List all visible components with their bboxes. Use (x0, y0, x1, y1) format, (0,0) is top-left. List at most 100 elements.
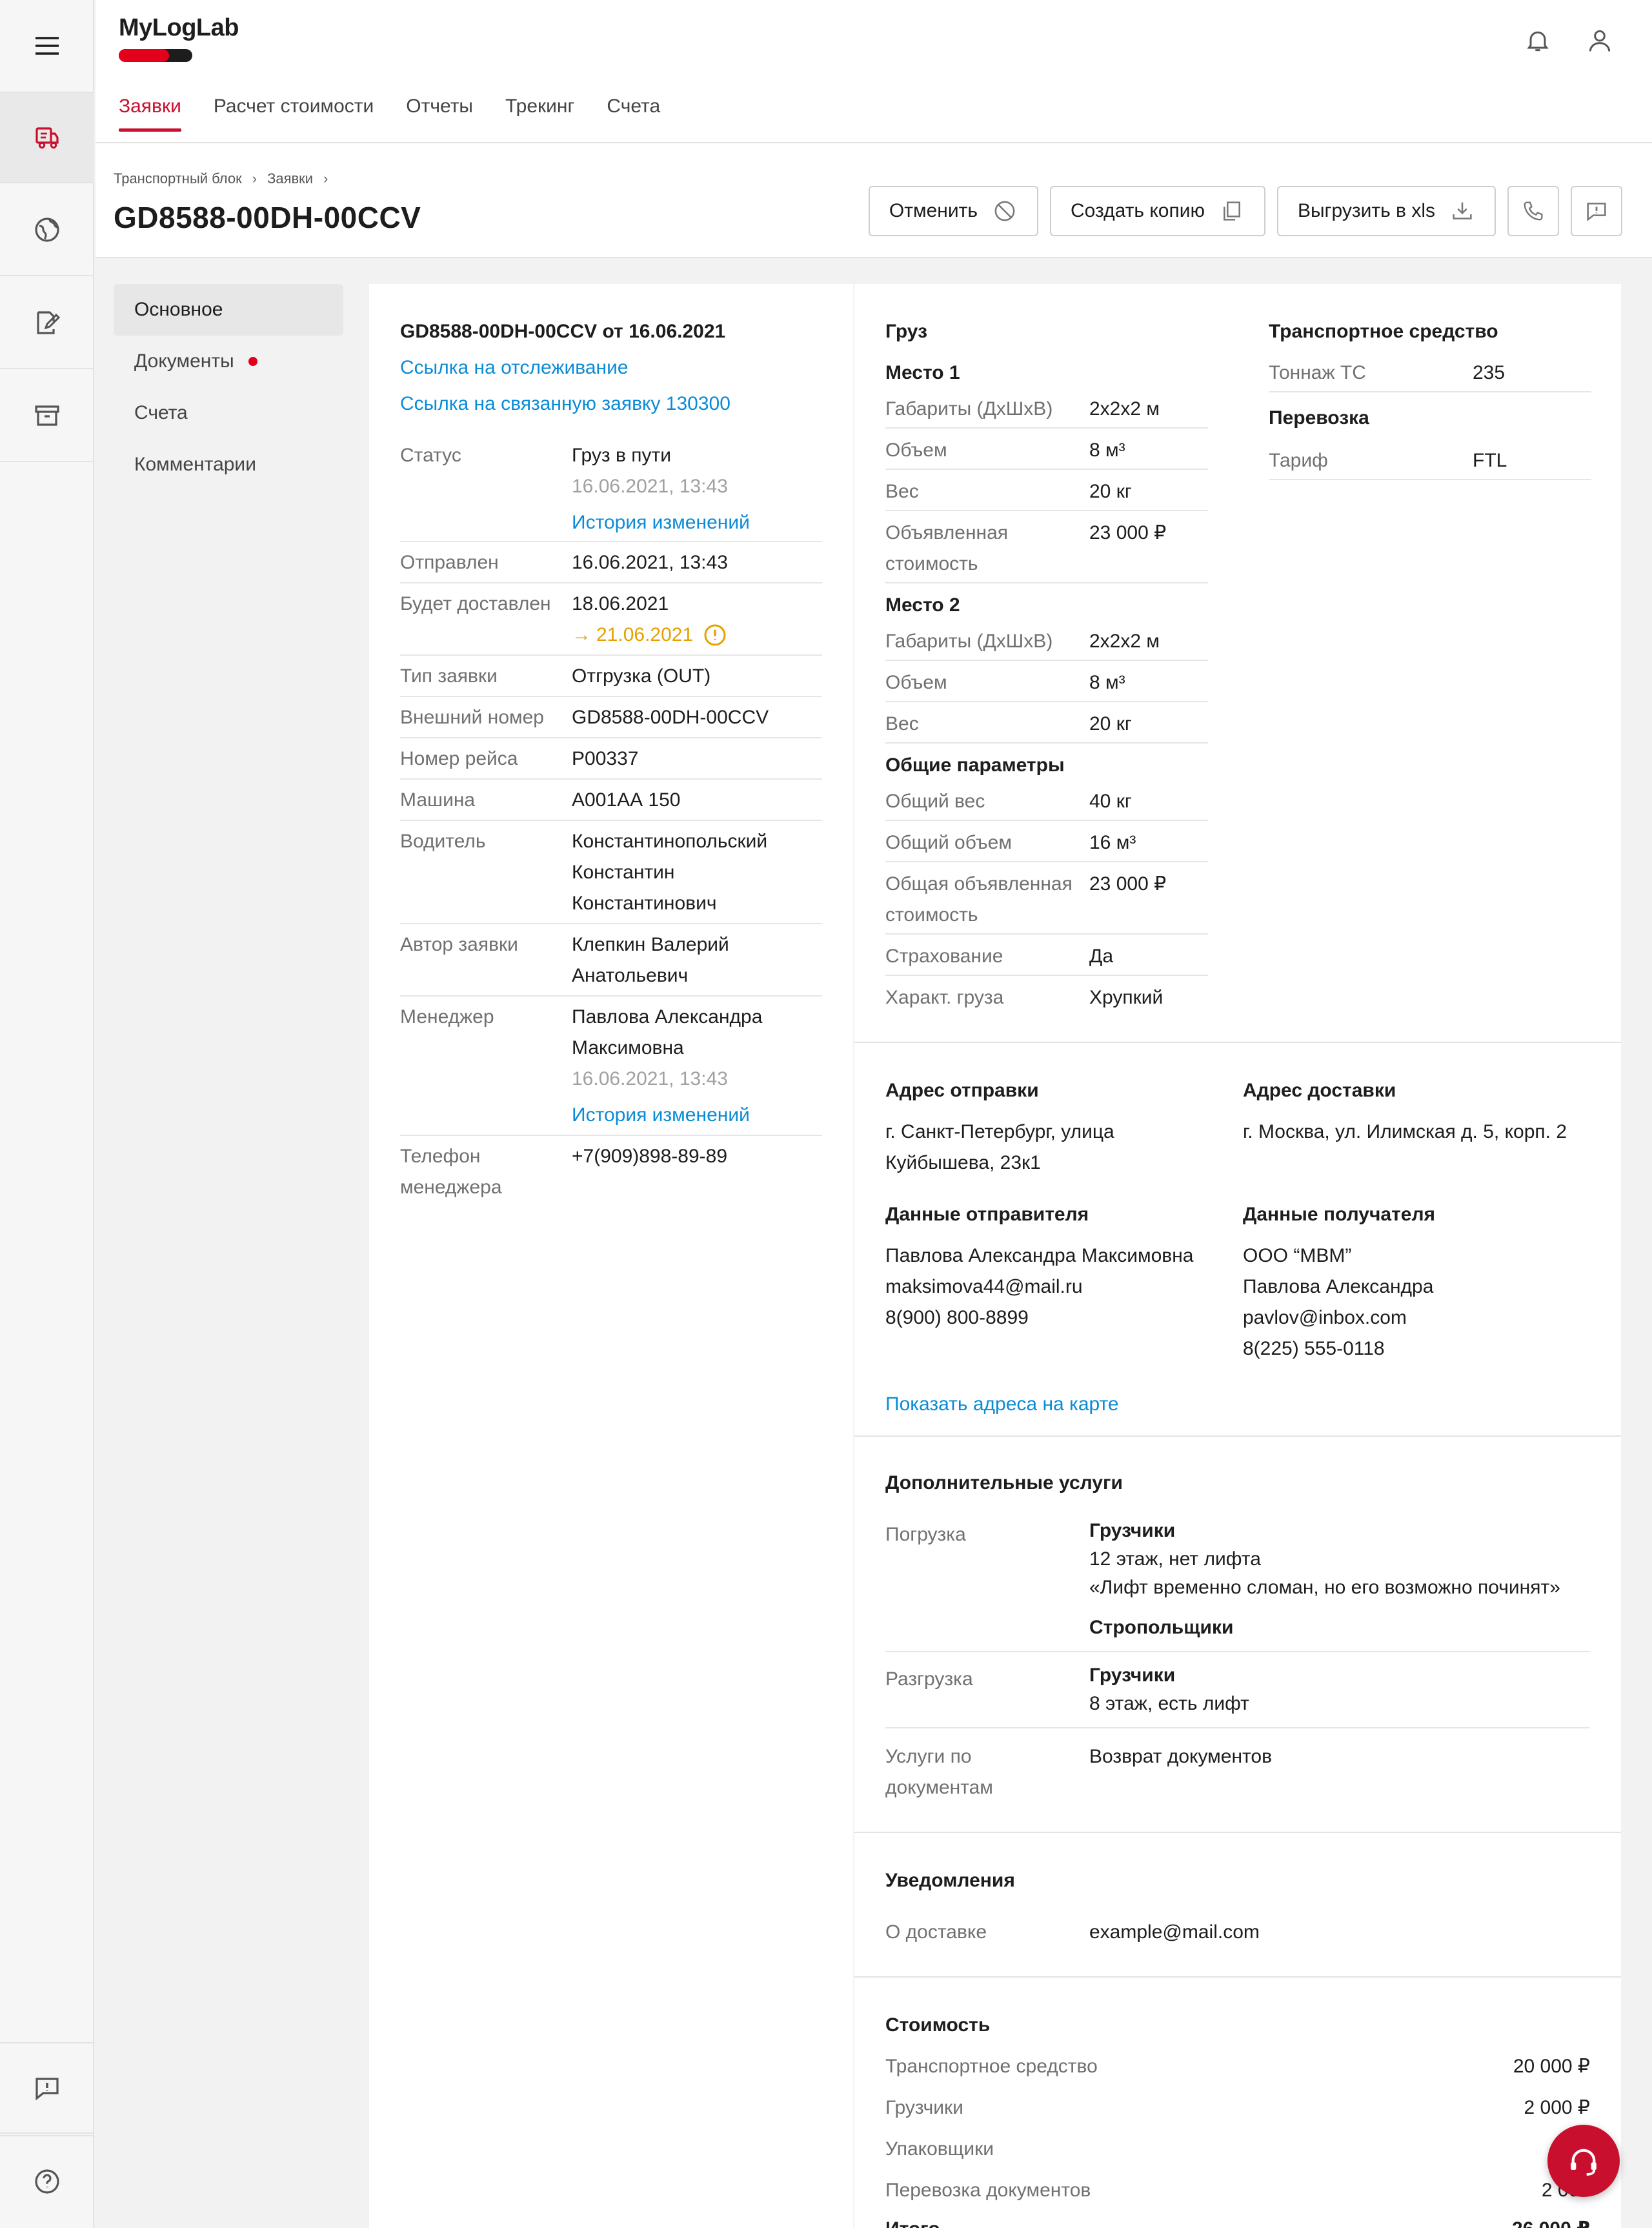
place1-declared-label-line2: стоимость (885, 553, 978, 574)
tariff-value: FTL (1473, 450, 1507, 471)
create-copy-button[interactable]: Создать копию (1049, 186, 1265, 236)
truck-orders-icon (35, 127, 59, 149)
cost-row-value: 2 000 ₽ (1524, 2097, 1591, 2118)
export-xls-button[interactable]: Выгрузить в xls (1276, 186, 1496, 236)
row-divider (400, 778, 822, 780)
tracking-link[interactable]: Ссылка на отслеживание (400, 352, 629, 383)
manager-value-line2: Максимовна (572, 1037, 684, 1058)
main-tabs: Заявки Расчет стоимости Отчеты Трекинг С… (119, 96, 692, 132)
rail-help[interactable] (0, 2135, 94, 2227)
unloading-detail: 8 этаж, есть лифт (1089, 1693, 1249, 1714)
section-main-label: Основное (134, 299, 223, 320)
phone-value[interactable]: +7(909)898-89-89 (572, 1141, 727, 1172)
loading-comment: «Лифт временно сломан, но его возможно п… (1089, 1577, 1560, 1598)
logo[interactable]: MyLogLab (119, 14, 239, 62)
cost-total-value: 26 000 ₽ (1512, 2214, 1590, 2228)
status-value: Груз в пути (572, 445, 672, 466)
row-divider (1269, 391, 1591, 392)
receiver-company: ООО “МВМ” (1243, 1245, 1352, 1266)
tab-tracking[interactable]: Трекинг (505, 96, 574, 132)
section-invoices-label: Счета (134, 402, 188, 423)
call-button[interactable] (1507, 186, 1559, 236)
total-declared-value: 23 000 ₽ (1089, 873, 1167, 895)
place1-volume-label: Объем (885, 440, 947, 461)
row-divider (885, 975, 1208, 976)
author-value-line1: Клепкин Валерий (572, 934, 729, 955)
breadcrumb-orders[interactable]: Заявки (267, 170, 313, 187)
manager-history-link[interactable]: История изменений (572, 1100, 750, 1131)
total-volume-label: Общий объем (885, 832, 1012, 853)
unread-dot (248, 357, 257, 366)
notifications-button[interactable] (1522, 25, 1554, 57)
chevron-right-icon: › (252, 170, 257, 187)
place2-volume-label: Объем (885, 672, 947, 693)
place2-volume-value: 8 м³ (1089, 672, 1125, 693)
feedback-icon (35, 2078, 59, 2101)
cancel-button[interactable]: Отменить (868, 186, 1038, 236)
status-history-link[interactable]: История изменений (572, 507, 750, 538)
author-label: Автор заявки (400, 934, 518, 955)
tab-invoices[interactable]: Счета (607, 96, 660, 132)
sent-value: 16.06.2021, 13:43 (572, 552, 728, 573)
related-order-link[interactable]: Ссылка на связанную заявку 130300 (400, 389, 730, 420)
rail-archive[interactable] (0, 370, 94, 462)
row-divider (885, 933, 1208, 935)
support-chat-button[interactable] (1547, 2125, 1620, 2197)
row-divider (885, 1651, 1590, 1652)
from-address-line1: г. Санкт-Петербург, улица (885, 1121, 1114, 1142)
delivery-label: Будет доставлен (400, 593, 551, 614)
type-value: Отгрузка (OUT) (572, 665, 711, 687)
tonnage-value: 235 (1473, 362, 1506, 383)
section-invoices[interactable]: Счета (114, 387, 343, 439)
message-alert-icon (1587, 203, 1606, 221)
tab-cost-calc[interactable]: Расчет стоимости (214, 96, 374, 132)
section-comments[interactable]: Комментарии (114, 439, 343, 491)
row-divider (400, 582, 822, 583)
page-header: Транспортный блок › Заявки › GD8588-00DH… (96, 143, 1652, 258)
page-actions: Отменить Создать копию Выгрузить в xls (868, 186, 1622, 236)
order-sections-nav: Основное Документы Счета Комментарии (114, 284, 343, 491)
place1-dims-label: Габариты (ДхШхВ) (885, 398, 1053, 420)
show-on-map-link[interactable]: Показать адреса на карте (885, 1389, 1119, 1420)
row-divider (400, 654, 822, 656)
section-comments-label: Комментарии (134, 454, 256, 475)
top-header: MyLogLab Заявки Расчет стоимости Отчеты … (96, 0, 1652, 143)
rail-feedback[interactable] (0, 2042, 94, 2134)
character-value: Хрупкий (1089, 987, 1163, 1008)
author-value-line2: Анатольевич (572, 965, 689, 986)
rail-edit[interactable] (0, 278, 94, 369)
total-volume-value: 16 м³ (1089, 832, 1136, 853)
loading-service-2: Стропольщики (1089, 1617, 1234, 1638)
place1-weight-value: 20 кг (1089, 481, 1132, 502)
tariff-label: Тариф (1269, 450, 1328, 471)
rail-globe[interactable] (0, 185, 94, 276)
total-weight-value: 40 кг (1089, 791, 1132, 812)
external-number-label: Внешний номер (400, 707, 544, 728)
row-divider (885, 820, 1208, 821)
row-divider (885, 510, 1208, 511)
section-documents[interactable]: Документы (114, 336, 343, 387)
order-details-card: Груз Место 1 Габариты (ДхШхВ) 2х2х2 м Об… (854, 284, 1621, 2228)
character-label: Характ. груза (885, 987, 1004, 1008)
notifications-title: Уведомления (885, 1870, 1015, 1891)
delivery-rescheduled: → 21.06.2021 (572, 620, 728, 651)
report-problem-button[interactable] (1571, 186, 1622, 236)
status-label: Статус (400, 445, 461, 466)
logo-text: MyLogLab (119, 14, 239, 41)
rail-orders[interactable] (0, 92, 94, 183)
menu-button[interactable] (0, 0, 94, 92)
status-date: 16.06.2021, 13:43 (572, 476, 728, 497)
section-divider (854, 1976, 1621, 1978)
profile-button[interactable] (1584, 25, 1616, 57)
logo-mark (119, 49, 192, 62)
download-icon (1453, 202, 1472, 219)
tab-orders[interactable]: Заявки (119, 96, 181, 132)
breadcrumb-transport[interactable]: Транспортный блок (114, 170, 242, 187)
section-main[interactable]: Основное (114, 284, 343, 336)
cancel-label: Отменить (889, 200, 978, 221)
tab-reports[interactable]: Отчеты (406, 96, 473, 132)
row-divider (885, 469, 1208, 470)
row-divider (885, 742, 1208, 744)
order-info-card: GD8588-00DH-00CCV от 16.06.2021 Ссылка н… (369, 284, 853, 2228)
delivery-value: 18.06.2021 (572, 593, 669, 614)
